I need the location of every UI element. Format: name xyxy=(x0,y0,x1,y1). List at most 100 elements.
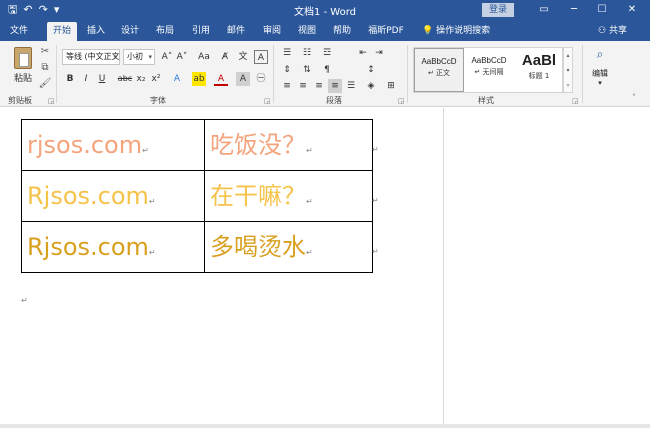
font-size-combo[interactable]: 小初 ▾ xyxy=(123,49,155,65)
style-heading-1[interactable]: AaBl 标题 1 xyxy=(514,48,564,92)
paragraph-mark: ↵ xyxy=(306,197,313,206)
tab-insert[interactable]: 插入 xyxy=(82,22,110,41)
share-label: 共享 xyxy=(608,26,627,36)
tab-home[interactable]: 开始 xyxy=(47,22,77,41)
share-button[interactable]: ⚇ 共享 xyxy=(598,22,627,41)
minimize-icon[interactable]: ─ xyxy=(560,0,588,20)
font-name-combo[interactable]: 等线 (中文正文) ▾ xyxy=(62,49,120,65)
italic-button[interactable]: I xyxy=(79,72,93,86)
tab-review[interactable]: 审阅 xyxy=(258,22,286,41)
show-marks-icon[interactable]: ¶ xyxy=(320,63,334,77)
font-launcher-icon[interactable]: ◲ xyxy=(264,97,271,105)
sort-icon[interactable]: ⇅ xyxy=(300,63,314,77)
table-row: rjsos.com↵ 吃饭没？↵ xyxy=(21,119,373,171)
cut-icon[interactable]: ✂ xyxy=(38,45,52,59)
change-case-icon[interactable]: Aa xyxy=(195,50,213,64)
tab-mailings[interactable]: 邮件 xyxy=(222,22,250,41)
ribbon-tabs: 文件 开始 插入 设计 布局 引用 邮件 审阅 视图 帮助 福昕PDF 💡 操作… xyxy=(0,20,650,41)
table-cell[interactable]: rjsos.com↵ xyxy=(21,119,205,171)
clipboard-group-label: 剪贴板 xyxy=(8,96,32,105)
lightbulb-icon: 💡 xyxy=(422,26,434,36)
decrease-indent-icon[interactable]: ⇤ xyxy=(356,46,370,60)
table-cell[interactable]: 吃饭没？↵ xyxy=(204,119,373,171)
style-normal[interactable]: AaBbCcD ↵ 正文 xyxy=(414,48,464,92)
numbering-icon[interactable]: ☷ xyxy=(300,46,314,60)
clear-formatting-icon[interactable]: A̸ xyxy=(218,50,232,64)
style-name: ↵ 正文 xyxy=(427,69,451,77)
tab-references[interactable]: 引用 xyxy=(187,22,215,41)
strikethrough-button[interactable]: abc xyxy=(116,72,134,86)
superscript-button[interactable]: x² xyxy=(149,72,163,86)
align-center-icon[interactable]: ≡ xyxy=(296,79,310,93)
chevron-down-icon: ▾ xyxy=(148,53,152,61)
increase-indent-icon[interactable]: ⇥ xyxy=(372,46,386,60)
styles-gallery-scroll[interactable]: ▴ ▾ ▿ xyxy=(563,47,573,93)
subscript-button[interactable]: x₂ xyxy=(134,72,148,86)
tab-layout[interactable]: 布局 xyxy=(151,22,179,41)
align-left-icon[interactable]: ≡ xyxy=(280,79,294,93)
bold-button[interactable]: B xyxy=(63,72,77,86)
table-cell[interactable]: Rjsos.com↵ xyxy=(21,170,205,222)
phonetic-guide-icon[interactable]: 文 xyxy=(236,50,250,64)
copy-icon[interactable]: ⧉ xyxy=(38,61,52,75)
borders-icon[interactable]: ⊞ xyxy=(384,79,398,93)
bullets-icon[interactable]: ☰ xyxy=(280,46,294,60)
align-right-icon[interactable]: ≡ xyxy=(312,79,326,93)
enclose-character-icon[interactable]: ㊀ xyxy=(254,72,268,86)
paragraph-mark: ↵ xyxy=(306,248,313,257)
table-cell[interactable]: 在干嘛？↵ xyxy=(204,170,373,222)
multilevel-list-icon[interactable]: ☲ xyxy=(320,46,334,60)
text-effects-icon[interactable]: A xyxy=(170,72,184,86)
tab-help[interactable]: 帮助 xyxy=(328,22,356,41)
ribbon: 粘贴 ✂ ⧉ 🖌 剪贴板 ◲ 等线 (中文正文) ▾ 小初 ▾ A˄ A˅ Aa… xyxy=(0,41,650,107)
chevron-down-icon: ▾ xyxy=(598,79,602,87)
justify-icon[interactable]: ≡ xyxy=(328,79,342,93)
wordart-text: rjsos.com xyxy=(27,131,143,159)
undo-icon[interactable]: ↶ xyxy=(23,2,32,18)
paste-button[interactable]: 粘贴 xyxy=(8,45,38,89)
editing-button[interactable]: ⌕ 编辑 ▾ xyxy=(588,47,612,87)
paragraph-launcher-icon[interactable]: ◲ xyxy=(398,97,405,105)
maximize-icon[interactable]: ☐ xyxy=(588,0,616,20)
close-icon[interactable]: ✕ xyxy=(618,0,646,20)
paragraph-mark: ↵ xyxy=(148,248,156,257)
shading-icon[interactable]: ◈ xyxy=(364,79,378,93)
font-group-label: 字体 xyxy=(150,96,166,105)
font-name-value: 等线 (中文正文) xyxy=(66,52,120,61)
share-icon: ⚇ xyxy=(598,26,607,36)
style-no-spacing[interactable]: AaBbCcD ↵ 无间隔 xyxy=(464,48,514,92)
ribbon-display-options-icon[interactable]: ▭ xyxy=(530,0,558,20)
customize-qat-icon[interactable]: ▾ xyxy=(54,2,60,18)
tab-foxit-pdf[interactable]: 福昕PDF xyxy=(362,22,410,41)
styles-launcher-icon[interactable]: ◲ xyxy=(572,97,579,105)
right-margin-line xyxy=(443,108,444,428)
redo-icon[interactable]: ↷ xyxy=(39,2,48,18)
table-cell[interactable]: 多喝烫水↵ xyxy=(204,221,373,273)
login-button[interactable]: 登录 xyxy=(482,3,514,17)
line-spacing-icon[interactable]: ↕ xyxy=(364,63,378,77)
character-shading-icon[interactable]: A xyxy=(236,72,250,86)
document-table[interactable]: rjsos.com↵ 吃饭没？↵ Rjsos.com↵ 在干嘛？↵ Rjsos.… xyxy=(21,119,373,273)
highlight-color-icon[interactable]: ab xyxy=(192,72,206,86)
shrink-font-icon[interactable]: A˅ xyxy=(175,50,189,64)
underline-button[interactable]: U xyxy=(95,72,109,86)
distributed-icon[interactable]: ☰ xyxy=(344,79,358,93)
tab-design[interactable]: 设计 xyxy=(116,22,144,41)
collapse-ribbon-icon[interactable]: ˄ xyxy=(632,93,636,102)
wordart-text: 吃饭没？ xyxy=(210,131,306,159)
grow-font-icon[interactable]: A˄ xyxy=(160,50,174,64)
group-divider xyxy=(407,45,408,103)
empty-paragraph-mark[interactable]: ↵ xyxy=(21,296,28,305)
format-painter-icon[interactable]: 🖌 xyxy=(38,77,52,91)
clipboard-launcher-icon[interactable]: ◲ xyxy=(48,97,55,105)
tab-file[interactable]: 文件 xyxy=(4,22,34,41)
wordart-text: 在干嘛？ xyxy=(210,182,306,210)
table-cell[interactable]: Rjsos.com↵ xyxy=(21,221,205,273)
row-end-mark: ↵ xyxy=(372,145,379,154)
tab-view[interactable]: 视图 xyxy=(293,22,321,41)
font-color-icon[interactable]: A xyxy=(214,72,228,86)
save-icon[interactable]: 🖫 xyxy=(8,2,17,18)
character-border-icon[interactable]: A xyxy=(254,50,268,64)
chinese-layout-icon[interactable]: ⇕ xyxy=(280,63,294,77)
tell-me-search[interactable]: 💡 操作说明搜索 xyxy=(422,22,490,41)
